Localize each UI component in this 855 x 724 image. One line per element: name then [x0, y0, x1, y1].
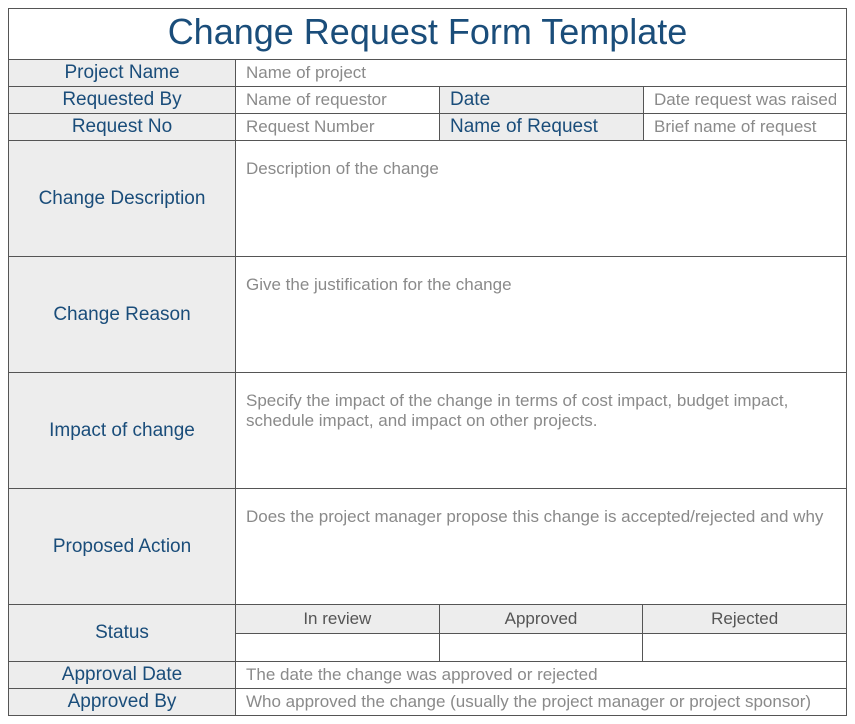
label-date: Date	[440, 87, 644, 113]
cell-date	[644, 87, 846, 113]
cell-name-of-request	[644, 114, 846, 140]
row-project-name: Project Name	[9, 60, 846, 87]
requested-by-field[interactable]	[246, 90, 429, 110]
cell-proposed-action	[236, 489, 846, 604]
label-request-no: Request No	[9, 114, 236, 140]
cell-request-no	[236, 114, 440, 140]
label-change-description: Change Description	[9, 141, 236, 256]
status-input-row	[236, 634, 846, 662]
status-header-row: In review Approved Rejected	[236, 605, 846, 634]
label-change-reason: Change Reason	[9, 257, 236, 372]
cell-change-reason	[236, 257, 846, 372]
row-change-reason: Change Reason	[9, 257, 846, 373]
form-title: Change Request Form Template	[9, 9, 846, 60]
date-field[interactable]	[654, 90, 836, 110]
cell-approved-by	[236, 689, 846, 715]
label-proposed-action: Proposed Action	[9, 489, 236, 604]
name-of-request-field[interactable]	[654, 117, 836, 137]
change-reason-field[interactable]	[246, 275, 836, 355]
cell-requested-by	[236, 87, 440, 113]
label-requested-by: Requested By	[9, 87, 236, 113]
row-request-no: Request No Name of Request	[9, 114, 846, 141]
proposed-action-field[interactable]	[246, 507, 836, 587]
row-impact-of-change: Impact of change	[9, 373, 846, 489]
label-approval-date: Approval Date	[9, 662, 236, 688]
cell-project-name	[236, 60, 846, 86]
row-status: Status In review Approved Rejected	[9, 605, 846, 662]
status-cell-in-review[interactable]	[236, 634, 440, 662]
approval-date-field[interactable]	[246, 665, 836, 685]
label-approved-by: Approved By	[9, 689, 236, 715]
cell-change-description	[236, 141, 846, 256]
row-requested-by: Requested By Date	[9, 87, 846, 114]
row-approved-by: Approved By	[9, 689, 846, 715]
impact-of-change-field[interactable]	[246, 391, 836, 471]
status-header-approved: Approved	[440, 605, 644, 633]
status-options-container: In review Approved Rejected	[236, 605, 846, 661]
status-cell-rejected[interactable]	[643, 634, 846, 662]
label-impact-of-change: Impact of change	[9, 373, 236, 488]
row-change-description: Change Description	[9, 141, 846, 257]
change-description-field[interactable]	[246, 159, 836, 239]
request-no-field[interactable]	[246, 117, 429, 137]
label-name-of-request: Name of Request	[440, 114, 644, 140]
change-request-form: Change Request Form Template Project Nam…	[8, 8, 847, 716]
label-project-name: Project Name	[9, 60, 236, 86]
status-header-in-review: In review	[236, 605, 440, 633]
status-cell-approved[interactable]	[440, 634, 644, 662]
project-name-field[interactable]	[246, 63, 836, 83]
label-status: Status	[9, 605, 236, 661]
status-header-rejected: Rejected	[643, 605, 846, 633]
cell-impact-of-change	[236, 373, 846, 488]
cell-approval-date	[236, 662, 846, 688]
approved-by-field[interactable]	[246, 692, 836, 712]
row-proposed-action: Proposed Action	[9, 489, 846, 605]
